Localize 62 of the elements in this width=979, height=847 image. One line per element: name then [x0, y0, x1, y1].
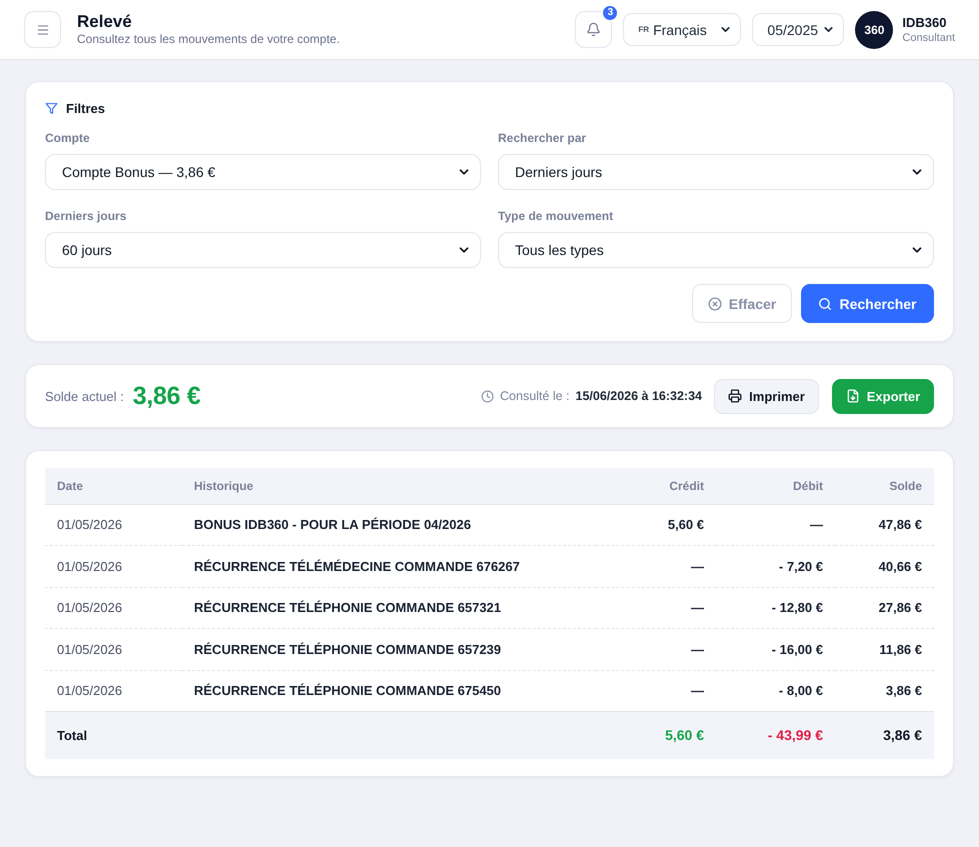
print-button[interactable]: Imprimer	[714, 378, 819, 414]
file-download-icon	[846, 389, 860, 403]
total-balance: 3,86 €	[835, 712, 934, 758]
search-icon	[818, 296, 832, 310]
bell-icon	[586, 22, 602, 37]
page-subtitle: Consultez tous les mouvements de votre compte.	[77, 32, 340, 47]
funnel-icon	[45, 102, 58, 114]
balance-amount: 3,86 €	[132, 382, 200, 410]
notification-badge: 3	[601, 4, 620, 22]
credit-cell: —	[596, 546, 716, 587]
field-label: Compte	[45, 130, 91, 146]
balance-cell: 11,86 €	[835, 628, 934, 670]
debit-cell: - 7,20 €	[716, 546, 835, 587]
date-cell: 01/05/2026	[45, 587, 182, 628]
balance-cell: 40,66 €	[835, 546, 934, 587]
page-title: Relevé	[77, 12, 133, 32]
balance-cell: 27,86 €	[835, 587, 934, 628]
circle-x-icon	[708, 296, 722, 310]
select-field[interactable]: Derniers jours	[498, 154, 934, 190]
printer-icon	[728, 389, 742, 403]
balance-cell: 47,86 €	[835, 504, 934, 546]
date-cell: 01/05/2026	[45, 628, 182, 670]
select-field[interactable]: 60 jours	[45, 232, 481, 268]
clock-icon	[481, 390, 494, 402]
search-button[interactable]: Rechercher	[801, 284, 934, 323]
total-debit: - 43,99 €	[716, 712, 835, 758]
date-cell: 01/05/2026	[45, 504, 182, 546]
select-field[interactable]: Compte Bonus — 3,86 €	[45, 154, 481, 190]
language-code: FR	[638, 25, 650, 34]
description-cell: RÉCURRENCE TÉLÉMÉDECINE COMMANDE 676267	[182, 546, 596, 587]
user-role: Consultant	[902, 30, 955, 44]
language-select[interactable]: FR Français	[623, 13, 742, 46]
menu-button[interactable]	[24, 11, 61, 48]
consulted-label: Consulté le :	[500, 389, 570, 403]
credit-cell: 5,60 €	[596, 504, 716, 546]
user-avatar: 360	[855, 10, 894, 48]
total-credit: 5,60 €	[596, 712, 716, 758]
debit-cell: —	[716, 504, 835, 546]
credit-cell: —	[596, 587, 716, 628]
user-name: IDB360	[902, 14, 948, 30]
field-label: Type de mouvement	[498, 208, 614, 224]
column-header: Crédit	[596, 468, 716, 504]
menu-icon	[36, 22, 50, 36]
consulted-date: 15/06/2026 à 16:32:34	[576, 389, 702, 403]
debit-cell: - 16,00 €	[716, 628, 835, 670]
debit-cell: - 12,80 €	[716, 587, 835, 628]
column-header: Date	[45, 468, 182, 504]
column-header: Historique	[182, 468, 596, 504]
column-header: Solde	[835, 468, 934, 504]
column-header: Débit	[716, 468, 835, 504]
balance-label: Solde actuel :	[45, 388, 124, 404]
credit-cell: —	[596, 628, 716, 670]
date-cell: 01/05/2026	[45, 546, 182, 587]
period-select[interactable]: 05/2025	[752, 13, 844, 46]
field-label: Derniers jours	[45, 208, 128, 224]
description-cell: RÉCURRENCE TÉLÉPHONIE COMMANDE 657239	[182, 628, 596, 670]
description-cell: BONUS IDB360 - POUR LA PÉRIODE 04/2026	[182, 504, 596, 546]
description-cell: RÉCURRENCE TÉLÉPHONIE COMMANDE 657321	[182, 587, 596, 628]
total-label: Total	[45, 712, 182, 758]
select-field[interactable]: Tous les types	[498, 232, 934, 268]
field-label: Rechercher par	[498, 130, 588, 146]
filters-title: Filtres	[66, 100, 106, 116]
